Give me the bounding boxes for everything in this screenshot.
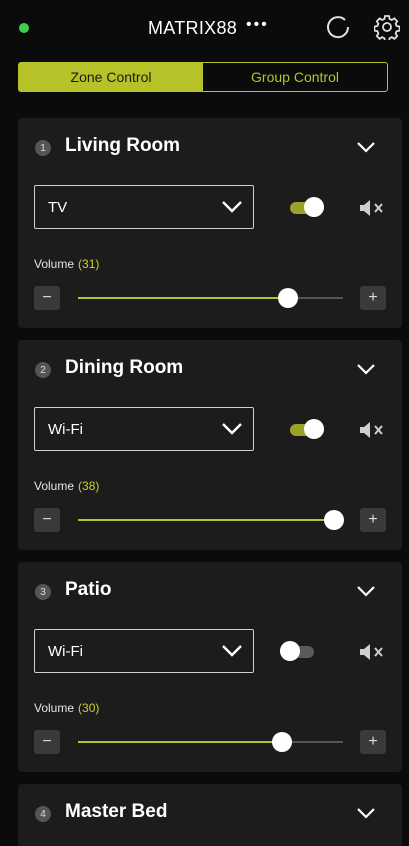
zone-number: 2 xyxy=(35,362,51,378)
source-select-value: Wi-Fi xyxy=(48,643,83,660)
chevron-down-icon[interactable] xyxy=(356,806,376,820)
volume-increase-button[interactable]: + xyxy=(360,286,386,310)
volume-slider-thumb[interactable] xyxy=(272,732,292,752)
volume-value: (30) xyxy=(78,701,100,715)
toggle-knob xyxy=(280,641,300,661)
control-mode-tabs: Zone Control Group Control xyxy=(18,62,388,92)
volume-value: (31) xyxy=(78,257,100,271)
speaker-mute-icon[interactable] xyxy=(358,642,388,662)
volume-label: Volume (31) xyxy=(34,257,100,271)
zone-number: 3 xyxy=(35,584,51,600)
source-select[interactable]: TV xyxy=(34,185,254,229)
zone-card-master-bed: 4 Master Bed xyxy=(18,784,402,846)
volume-slider-thumb[interactable] xyxy=(324,510,344,530)
zone-name: Living Room xyxy=(65,135,181,156)
source-select[interactable]: Wi-Fi xyxy=(34,407,254,451)
zone-number: 4 xyxy=(35,806,51,822)
chevron-down-icon xyxy=(222,645,242,657)
toggle-knob xyxy=(304,197,324,217)
speaker-mute-icon[interactable] xyxy=(358,420,388,440)
zone-name: Dining Room xyxy=(65,357,184,378)
volume-decrease-button[interactable]: − xyxy=(34,730,60,754)
refresh-icon[interactable] xyxy=(325,14,351,40)
source-select-value: TV xyxy=(48,199,68,216)
chevron-down-icon[interactable] xyxy=(356,140,376,154)
more-menu-button[interactable]: ••• xyxy=(246,16,269,34)
toggle-knob xyxy=(304,419,324,439)
volume-decrease-button[interactable]: − xyxy=(34,286,60,310)
volume-increase-button[interactable]: + xyxy=(360,508,386,532)
volume-label: Volume (38) xyxy=(34,479,100,493)
app-title: MATRIX88 xyxy=(148,18,238,38)
chevron-down-icon[interactable] xyxy=(356,584,376,598)
power-toggle[interactable] xyxy=(280,641,314,661)
zone-card-living-room: 1 Living Room TV Volume (31) − + xyxy=(18,118,402,328)
chevron-down-icon[interactable] xyxy=(356,362,376,376)
zone-card-dining-room: 2 Dining Room Wi-Fi Volume (38) − + xyxy=(18,340,402,550)
speaker-mute-icon[interactable] xyxy=(358,198,388,218)
tab-zone-control[interactable]: Zone Control xyxy=(19,63,203,91)
volume-slider[interactable] xyxy=(78,288,343,308)
volume-slider-fill xyxy=(78,519,334,521)
chevron-down-icon xyxy=(222,201,242,213)
volume-slider-fill xyxy=(78,741,282,743)
source-select[interactable]: Wi-Fi xyxy=(34,629,254,673)
volume-increase-button[interactable]: + xyxy=(360,730,386,754)
gear-icon[interactable] xyxy=(374,14,400,40)
app-header: MATRIX88 ••• xyxy=(0,0,409,56)
volume-decrease-button[interactable]: − xyxy=(34,508,60,532)
volume-value: (38) xyxy=(78,479,100,493)
zone-card-patio: 3 Patio Wi-Fi Volume (30) − + xyxy=(18,562,402,772)
tab-group-control[interactable]: Group Control xyxy=(203,63,387,91)
zone-name: Master Bed xyxy=(65,801,168,822)
volume-slider-thumb[interactable] xyxy=(278,288,298,308)
connection-status-dot xyxy=(19,23,29,33)
zone-number: 1 xyxy=(35,140,51,156)
volume-slider[interactable] xyxy=(78,510,344,530)
volume-label: Volume (30) xyxy=(34,701,100,715)
chevron-down-icon xyxy=(222,423,242,435)
source-select-value: Wi-Fi xyxy=(48,421,83,438)
zone-name: Patio xyxy=(65,579,112,600)
power-toggle[interactable] xyxy=(290,197,324,217)
power-toggle[interactable] xyxy=(290,419,324,439)
volume-slider-fill xyxy=(78,297,288,299)
volume-slider[interactable] xyxy=(78,732,343,752)
